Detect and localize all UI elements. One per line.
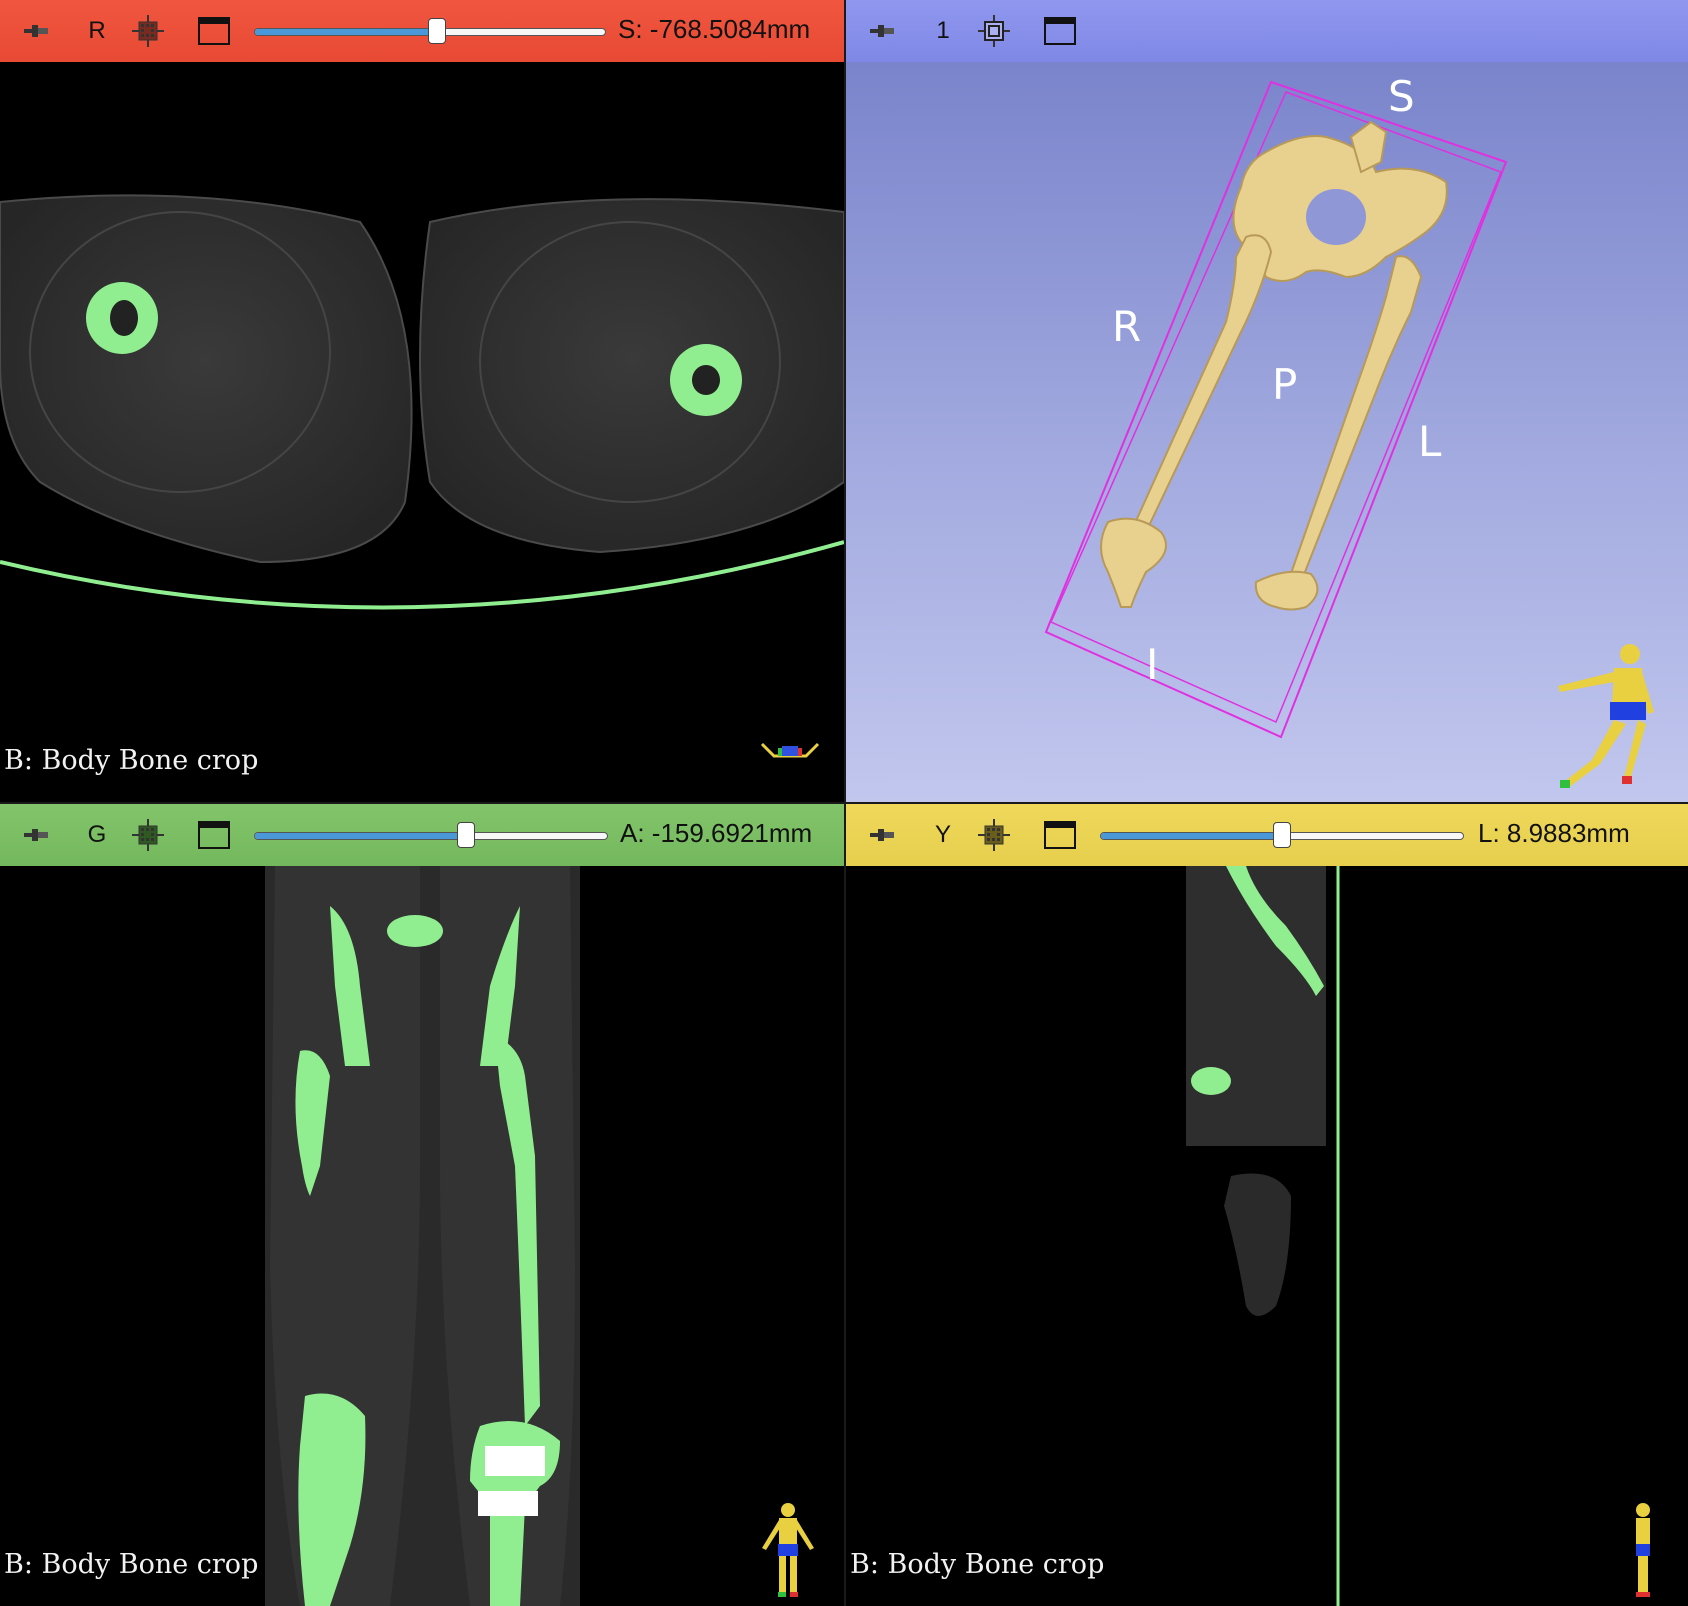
link-icon[interactable] (974, 815, 1014, 855)
view-label: 1 (936, 17, 950, 44)
orientation-label-right: R (1112, 302, 1142, 351)
pin-icon[interactable] (20, 19, 54, 43)
pin-icon[interactable] (866, 823, 900, 847)
segmentation-label: B: Body Bone crop (4, 745, 259, 776)
orientation-marker-icon (760, 738, 820, 762)
orientation-marker-icon (1552, 642, 1662, 792)
orientation-label-left: L (1418, 417, 1442, 466)
axial-ct-image (0, 194, 844, 610)
slice-offset-slider[interactable] (254, 822, 608, 848)
maximize-icon[interactable] (194, 11, 234, 51)
green-slice-canvas[interactable]: B: Body Bone crop (0, 866, 844, 1606)
threed-view[interactable]: 1 S R P L I (846, 0, 1688, 802)
coronal-ct-image (265, 866, 580, 1606)
pin-icon[interactable] (20, 823, 54, 847)
view-label: G (87, 821, 107, 848)
maximize-icon[interactable] (1040, 815, 1080, 855)
red-view-controller-bar: R S: -768.5084mm (0, 0, 844, 62)
yellow-slice-view[interactable]: Y L: 8.9883mm B: Body Bone crop (846, 804, 1688, 1606)
link-icon[interactable] (128, 11, 168, 51)
red-slice-canvas[interactable]: B: Body Bone crop (0, 62, 844, 802)
view-label: R (88, 17, 106, 44)
slice-offset-value: S: -768.5084mm (618, 14, 811, 44)
segmentation-label: B: Body Bone crop (850, 1549, 1105, 1580)
slider-thumb[interactable] (457, 822, 476, 848)
green-slice-view[interactable]: G A: -159.6921mm B: Body Bone crop (0, 804, 844, 1606)
red-slice-view[interactable]: R S: -768.5084mm B: Body Bone crop (0, 0, 844, 802)
slice-offset-slider[interactable] (1100, 822, 1464, 848)
view-label: Y (934, 821, 951, 848)
green-view-controller-bar: G A: -159.6921mm (0, 804, 844, 866)
slice-offset-value: A: -159.6921mm (620, 818, 813, 848)
slider-thumb[interactable] (428, 18, 446, 44)
pin-icon[interactable] (866, 19, 900, 43)
slice-offset-value: L: 8.9883mm (1478, 818, 1630, 848)
slider-thumb[interactable] (1273, 822, 1291, 848)
slice-offset-slider[interactable] (254, 18, 606, 44)
link-icon[interactable] (128, 815, 168, 855)
maximize-icon[interactable] (194, 815, 234, 855)
threed-render-canvas[interactable]: S R P L I (846, 62, 1688, 802)
center-view-icon[interactable] (974, 11, 1014, 51)
segmentation-label: B: Body Bone crop (4, 1549, 259, 1580)
maximize-icon[interactable] (1040, 11, 1080, 51)
sagittal-ct-image (1186, 866, 1340, 1606)
yellow-slice-canvas[interactable]: B: Body Bone crop (846, 866, 1688, 1606)
orientation-marker-icon (758, 1502, 818, 1598)
orientation-label-superior: S (1388, 72, 1415, 121)
orientation-marker-icon (1628, 1502, 1658, 1598)
yellow-view-controller-bar: Y L: 8.9883mm (846, 804, 1688, 866)
orientation-label-posterior: P (1272, 360, 1298, 409)
threed-view-controller-bar: 1 (846, 0, 1688, 62)
orientation-label-inferior: I (1146, 640, 1159, 689)
